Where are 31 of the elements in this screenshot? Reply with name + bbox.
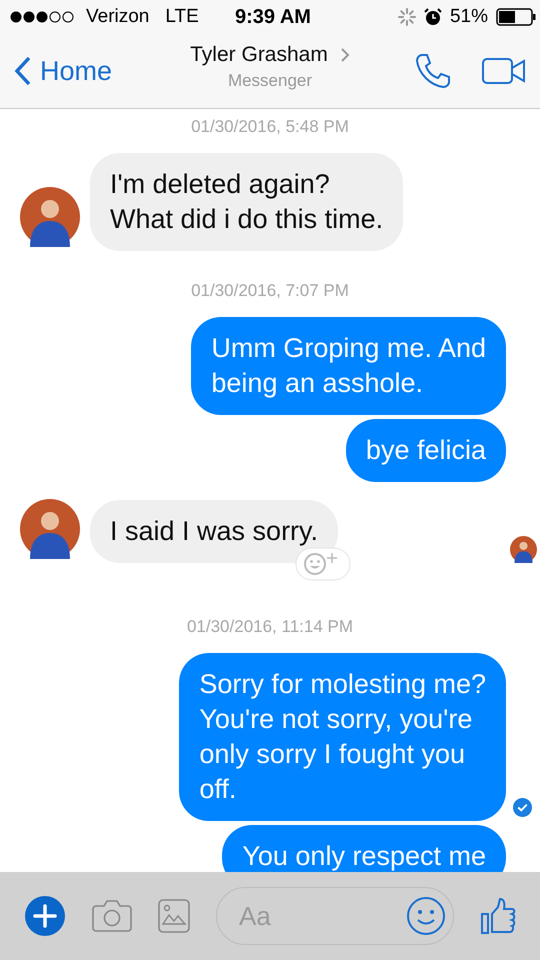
video-camera-icon[interactable] bbox=[482, 57, 526, 85]
plus-button[interactable] bbox=[24, 895, 66, 937]
message-bubble: Umm Groping me. And being an asshole. bbox=[191, 317, 506, 415]
message-bubble: I'm deleted again? What did i do this time. bbox=[90, 153, 404, 251]
image-icon[interactable] bbox=[158, 899, 190, 933]
back-link[interactable]: Home bbox=[14, 56, 174, 86]
chevron-icon[interactable] bbox=[340, 47, 350, 63]
message-bubble: I said I was sorry. bbox=[90, 500, 338, 563]
timestamp: 01/30/2016, 5:48 PM bbox=[191, 117, 349, 137]
alarm-icon bbox=[424, 8, 442, 26]
message-bubble: Sorry for molesting me? You're not sorry, you're only sorry I fought you off. bbox=[179, 653, 506, 821]
network-type: LTE bbox=[165, 6, 199, 28]
status-time: 9:39 AM bbox=[235, 6, 311, 28]
battery-icon bbox=[496, 8, 536, 26]
timestamp: 01/30/2016, 7:07 PM bbox=[191, 281, 349, 301]
thumbs-up-icon[interactable] bbox=[480, 897, 516, 935]
battery-percent: 51% bbox=[450, 6, 488, 28]
avatar bbox=[20, 499, 80, 559]
emoji-icon[interactable] bbox=[406, 896, 446, 936]
chevron-icon[interactable] bbox=[14, 56, 32, 86]
message-bubble: bye felicia bbox=[346, 419, 506, 482]
message-bubble: You only respect me bbox=[222, 825, 506, 872]
add-reaction-button[interactable] bbox=[295, 547, 351, 581]
avatar bbox=[20, 187, 80, 247]
contact-subtitle: Messenger bbox=[228, 71, 312, 91]
carrier-name: Verizon bbox=[86, 6, 150, 28]
phone-icon[interactable] bbox=[414, 52, 452, 90]
contact-name[interactable]: Tyler Grasham bbox=[190, 43, 328, 67]
timestamp: 01/30/2016, 11:14 PM bbox=[186, 617, 354, 637]
activity-spinner-icon bbox=[398, 8, 416, 26]
camera-icon[interactable] bbox=[92, 899, 132, 933]
